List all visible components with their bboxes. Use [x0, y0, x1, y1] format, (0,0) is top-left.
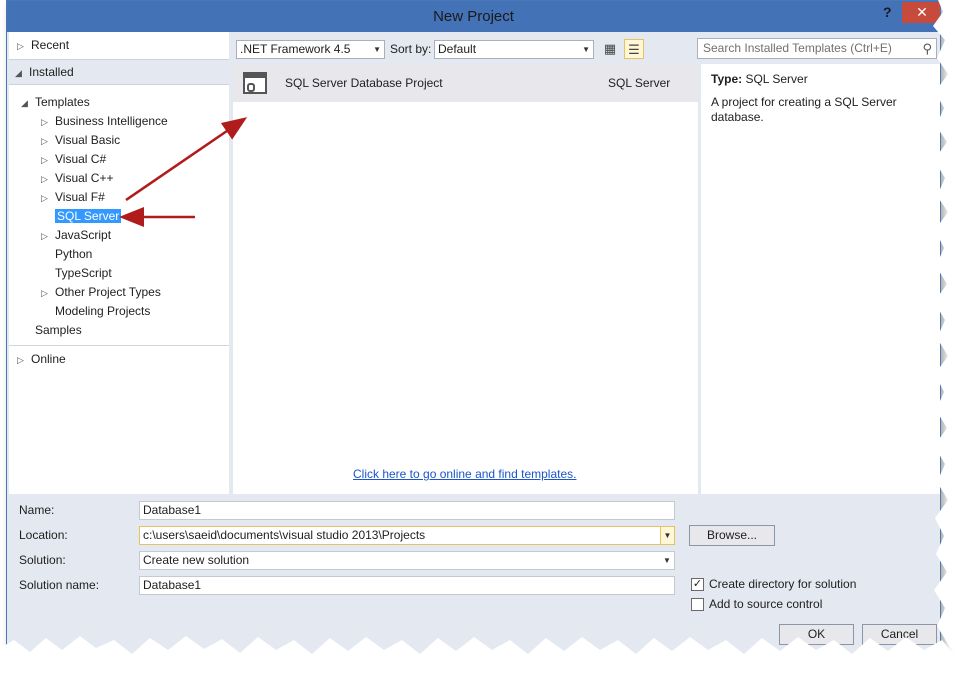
expand-arrow-icon: ▷	[41, 117, 48, 127]
name-input[interactable]: Database1	[139, 501, 675, 520]
template-type: SQL Server	[608, 76, 671, 90]
browse-button[interactable]: Browse...	[689, 525, 775, 546]
nav-recent[interactable]: ▷ Recent	[17, 36, 69, 55]
details-view-button[interactable]: ☰	[624, 39, 644, 59]
nav-item-typescript[interactable]: TypeScript	[55, 264, 112, 283]
nav-installed-header[interactable]: ◢ Installed	[9, 59, 229, 85]
nav-item-label: Visual Basic	[55, 133, 121, 147]
nav-item-label: Visual F#	[55, 190, 105, 204]
name-label: Name:	[19, 503, 55, 517]
nav-recent-label: Recent	[31, 38, 70, 52]
new-project-dialog: New Project ? ✕ ▷ Recent ◢ Installed ◢ Temp…	[6, 0, 941, 658]
nav-installed: ◢ Installed	[15, 63, 74, 82]
title-bar[interactable]: New Project ? ✕	[7, 1, 940, 32]
expand-arrow-icon: ▷	[41, 231, 48, 241]
source-control-checkbox[interactable]	[691, 598, 704, 611]
expand-arrow-icon: ▷	[17, 41, 24, 51]
framework-value: .NET Framework 4.5	[240, 42, 351, 56]
nav-item-label: Other Project Types	[55, 285, 161, 299]
solution-name-label: Solution name:	[19, 578, 100, 592]
nav-item-label: Visual C#	[55, 152, 107, 166]
expand-arrow-icon: ▷	[41, 174, 48, 184]
collapse-arrow-icon: ◢	[21, 98, 28, 108]
dialog-title: New Project	[433, 8, 514, 25]
type-label: Type:	[711, 72, 743, 86]
nav-item-visual-csharp[interactable]: ▷ Visual C#	[41, 150, 106, 169]
nav-templates[interactable]: ◢ Templates	[21, 93, 90, 112]
template-navigation-pane: ▷ Recent ◢ Installed ◢ Templates ▷ Business …	[9, 32, 229, 494]
create-directory-checkbox[interactable]: ✓	[691, 578, 704, 591]
nav-item-label: SQL Server	[55, 209, 122, 223]
expand-arrow-icon: ▷	[41, 155, 48, 165]
expand-arrow-icon: ▷	[41, 193, 48, 203]
nav-item-visual-basic[interactable]: ▷ Visual Basic	[41, 131, 120, 150]
help-button[interactable]: ?	[883, 4, 892, 20]
template-details-pane: Type: SQL Server A project for creating …	[701, 64, 940, 494]
medium-icons-view-button[interactable]: ▦	[600, 39, 620, 59]
nav-item-label: Python	[55, 247, 93, 261]
search-placeholder: Search Installed Templates (Ctrl+E)	[703, 41, 892, 55]
nav-samples[interactable]: Samples	[35, 321, 82, 340]
expand-arrow-icon: ▷	[17, 355, 24, 365]
nav-item-modeling-projects[interactable]: Modeling Projects	[55, 302, 150, 321]
nav-online-label: Online	[31, 352, 66, 366]
find-templates-online-link[interactable]: Click here to go online and find templat…	[353, 467, 576, 481]
solution-label: Solution:	[19, 553, 66, 567]
location-value: c:\users\saeid\documents\visual studio 2…	[143, 528, 426, 542]
template-row[interactable]: SQL Server Database Project SQL Server	[233, 64, 698, 102]
close-button[interactable]: ✕	[902, 2, 940, 23]
nav-item-label: TypeScript	[55, 266, 112, 280]
cancel-button[interactable]: Cancel	[862, 624, 937, 645]
nav-online[interactable]: ▷ Online	[17, 350, 66, 369]
chevron-down-icon[interactable]: ▼	[660, 527, 674, 544]
nav-item-javascript[interactable]: ▷ JavaScript	[41, 226, 111, 245]
location-input[interactable]: c:\users\saeid\documents\visual studio 2…	[139, 526, 675, 545]
location-label: Location:	[19, 528, 68, 542]
nav-item-visual-cpp[interactable]: ▷ Visual C++	[41, 169, 113, 188]
list-view-icon: ☰	[628, 42, 640, 57]
template-name: SQL Server Database Project	[285, 76, 443, 90]
sort-by-dropdown[interactable]: Default ▼	[434, 40, 594, 59]
collapse-arrow-icon: ◢	[15, 68, 22, 78]
expand-arrow-icon: ▷	[41, 136, 48, 146]
ok-button[interactable]: OK	[779, 624, 854, 645]
nav-item-visual-fsharp[interactable]: ▷ Visual F#	[41, 188, 105, 207]
nav-templates-label: Templates	[35, 95, 90, 109]
nav-item-sql-server[interactable]: SQL Server	[55, 207, 122, 226]
nav-samples-label: Samples	[35, 323, 82, 337]
nav-item-label: Business Intelligence	[55, 114, 168, 128]
nav-item-business-intelligence[interactable]: ▷ Business Intelligence	[41, 112, 168, 131]
grid-view-icon: ▦	[603, 41, 617, 56]
create-directory-label: Create directory for solution	[709, 577, 857, 591]
template-list-pane: SQL Server Database Project SQL Server C…	[233, 64, 698, 494]
checkmark-icon: ✓	[692, 578, 703, 590]
template-type-line: Type: SQL Server	[711, 72, 808, 86]
nav-item-label: Modeling Projects	[55, 304, 151, 318]
nav-item-python[interactable]: Python	[55, 245, 92, 264]
expand-arrow-icon: ▷	[41, 288, 48, 298]
solution-name-input[interactable]: Database1	[139, 576, 675, 595]
nav-item-label: Visual C++	[55, 171, 114, 185]
type-value: SQL Server	[745, 72, 808, 86]
nav-installed-label: Installed	[29, 65, 74, 79]
search-icon[interactable]: ⚲	[922, 39, 932, 58]
sort-by-value: Default	[438, 42, 477, 56]
database-project-icon	[243, 72, 267, 94]
framework-dropdown[interactable]: .NET Framework 4.5 ▼	[236, 40, 385, 59]
nav-divider	[9, 345, 229, 346]
sort-by-label: Sort by:	[390, 42, 432, 56]
solution-dropdown[interactable]: Create new solution ▼	[139, 551, 675, 570]
solution-value: Create new solution	[143, 553, 250, 567]
chevron-down-icon: ▼	[663, 556, 671, 565]
source-control-label: Add to source control	[709, 597, 823, 611]
nav-item-label: JavaScript	[55, 228, 112, 242]
nav-item-other-project-types[interactable]: ▷ Other Project Types	[41, 283, 161, 302]
search-templates-input[interactable]: Search Installed Templates (Ctrl+E) ⚲	[697, 38, 937, 59]
template-description: A project for creating a SQL Server data…	[711, 95, 897, 124]
chevron-down-icon: ▼	[373, 45, 381, 54]
chevron-down-icon: ▼	[582, 45, 590, 54]
